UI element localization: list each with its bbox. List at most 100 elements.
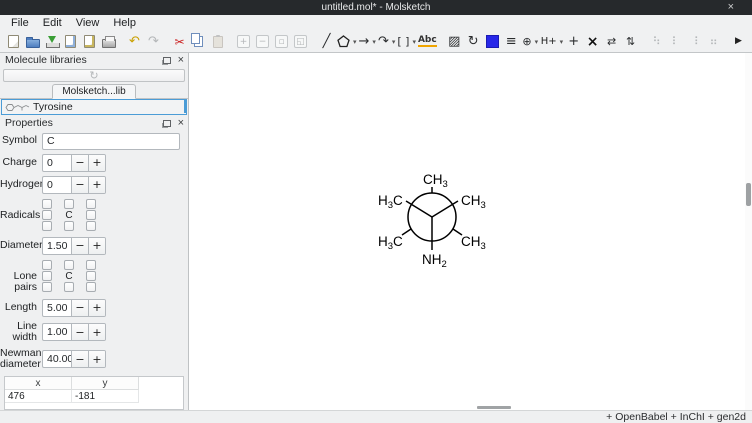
- zoom-in-button[interactable]: +: [234, 32, 253, 52]
- charge-dropdown-icon[interactable]: ▾: [535, 38, 539, 46]
- lone-pair-checkbox[interactable]: [64, 282, 74, 292]
- paste-button[interactable]: [208, 32, 227, 52]
- save-button[interactable]: [42, 32, 61, 52]
- bracket-dropdown-icon[interactable]: ▾: [412, 38, 416, 46]
- align-left-button[interactable]: ⠸: [685, 32, 704, 52]
- window-close-button[interactable]: ×: [728, 1, 734, 14]
- arrow-tool-button[interactable]: →▾: [358, 32, 377, 52]
- library-refresh-button[interactable]: ↻: [3, 69, 185, 82]
- radical-checkbox[interactable]: [86, 210, 96, 220]
- properties-close-icon[interactable]: ×: [178, 119, 184, 128]
- flip-vertical-button[interactable]: ⇅: [621, 32, 640, 52]
- canvas-hscrollbar-thumb[interactable]: [477, 406, 511, 409]
- diameter-increment-button[interactable]: +: [88, 238, 105, 254]
- bond-order-tool-button[interactable]: ≡: [502, 32, 521, 52]
- hydrogens-value[interactable]: 0: [43, 177, 71, 193]
- add-tool-button[interactable]: +: [564, 32, 583, 52]
- charge-increment-button[interactable]: +: [88, 155, 105, 171]
- lone-pair-checkbox[interactable]: [86, 282, 96, 292]
- coordinate-x-cell[interactable]: 476: [5, 390, 72, 403]
- diameter-decrement-button[interactable]: −: [71, 238, 88, 254]
- copy-button[interactable]: [189, 32, 208, 52]
- radical-checkbox[interactable]: [42, 199, 52, 209]
- hydrogen-dropdown-icon[interactable]: ▾: [560, 38, 564, 46]
- atom-label-top[interactable]: CH3: [423, 172, 448, 190]
- flip-horizontal-button[interactable]: ⇄: [602, 32, 621, 52]
- ring-tool-button[interactable]: ▾: [336, 32, 358, 52]
- bracket-tool-button[interactable]: [ ]▾: [396, 32, 417, 52]
- diameter-value[interactable]: 1.50: [43, 238, 71, 254]
- newman-projection-molecule[interactable]: CH3 H3C CH3 H3C CH3 NH2: [189, 53, 744, 410]
- hash-bond-tool-button[interactable]: ▨: [445, 32, 464, 52]
- redo-button[interactable]: ↷: [144, 32, 163, 52]
- line-width-value[interactable]: 1.00: [43, 324, 71, 340]
- zoom-out-button[interactable]: −: [253, 32, 272, 52]
- radical-checkbox[interactable]: [42, 210, 52, 220]
- list-item-tyrosine[interactable]: Tyrosine: [2, 100, 186, 114]
- atom-label-upper-right[interactable]: CH3: [461, 193, 486, 211]
- newman-diameter-decrement-button[interactable]: −: [71, 351, 88, 367]
- lone-pair-checkbox[interactable]: [86, 260, 96, 270]
- radical-checkbox[interactable]: [86, 221, 96, 231]
- radical-checkbox[interactable]: [64, 221, 74, 231]
- line-width-increment-button[interactable]: +: [88, 324, 105, 340]
- radical-checkbox[interactable]: [86, 199, 96, 209]
- atom-label-bottom[interactable]: NH2: [422, 252, 447, 270]
- align-distribute-button[interactable]: ⠶: [704, 32, 723, 52]
- text-tool-button[interactable]: Abc: [417, 32, 438, 52]
- cut-button[interactable]: ✂: [170, 32, 189, 52]
- zoom-fit-button[interactable]: ◱: [291, 32, 310, 52]
- print-button[interactable]: [99, 32, 118, 52]
- radical-checkbox[interactable]: [42, 221, 52, 231]
- length-decrement-button[interactable]: −: [71, 300, 88, 316]
- coordinate-y-cell[interactable]: -181: [72, 390, 139, 403]
- zoom-original-button[interactable]: ▫: [272, 32, 291, 52]
- draw-tool-button[interactable]: ╱: [317, 32, 336, 52]
- arrow-dropdown-icon[interactable]: ▾: [372, 38, 376, 46]
- mechanism-dropdown-icon[interactable]: ▾: [392, 38, 396, 46]
- lone-pair-checkbox[interactable]: [42, 282, 52, 292]
- atom-label-lower-right[interactable]: CH3: [461, 234, 486, 252]
- canvas-vscrollbar-thumb[interactable]: [746, 183, 751, 206]
- library-list-scrollbar[interactable]: [184, 100, 186, 113]
- menu-file[interactable]: File: [4, 17, 36, 29]
- menu-view[interactable]: View: [69, 17, 107, 29]
- ring-dropdown-icon[interactable]: ▾: [353, 38, 357, 46]
- rotate-tool-button[interactable]: ↻: [464, 32, 483, 52]
- tab-molsketch-lib[interactable]: Molsketch...lib: [52, 84, 135, 99]
- export-button[interactable]: [80, 32, 99, 52]
- atom-label-lower-left[interactable]: H3C: [378, 234, 403, 252]
- hydrogens-decrement-button[interactable]: −: [71, 177, 88, 193]
- library-list[interactable]: Tyrosine: [1, 99, 187, 115]
- save-as-button[interactable]: [61, 32, 80, 52]
- new-file-button[interactable]: [4, 32, 23, 52]
- color-picker-button[interactable]: [483, 32, 502, 52]
- toolbar-overflow-button[interactable]: ▶: [729, 32, 748, 52]
- undo-button[interactable]: ↶: [125, 32, 144, 52]
- line-width-decrement-button[interactable]: −: [71, 324, 88, 340]
- align-vcenter-button[interactable]: ⠇: [666, 32, 685, 52]
- properties-float-icon[interactable]: [163, 120, 171, 127]
- drawing-canvas[interactable]: CH3 H3C CH3 H3C CH3 NH2: [189, 53, 745, 410]
- menu-help[interactable]: Help: [106, 17, 143, 29]
- lone-pair-checkbox[interactable]: [86, 271, 96, 281]
- library-close-icon[interactable]: ×: [178, 56, 184, 65]
- canvas-hscrollbar[interactable]: [189, 406, 745, 410]
- canvas-vscrollbar[interactable]: [745, 53, 752, 410]
- mechanism-arrow-tool-button[interactable]: ↷▾: [377, 32, 396, 52]
- length-value[interactable]: 5.00: [43, 300, 71, 316]
- library-float-icon[interactable]: [163, 57, 171, 64]
- delete-tool-button[interactable]: ×: [583, 32, 602, 52]
- open-file-button[interactable]: [23, 32, 42, 52]
- lone-pair-checkbox[interactable]: [42, 260, 52, 270]
- newman-diameter-value[interactable]: 40.00: [43, 351, 71, 367]
- bond-back-lower-left[interactable]: [402, 229, 411, 235]
- charge-tool-button[interactable]: ⊕▾: [521, 32, 540, 52]
- hydrogen-tool-button[interactable]: H+▾: [540, 32, 564, 52]
- newman-diameter-increment-button[interactable]: +: [88, 351, 105, 367]
- charge-value[interactable]: 0: [43, 155, 71, 171]
- radical-checkbox[interactable]: [64, 199, 74, 209]
- atom-label-upper-left[interactable]: H3C: [378, 193, 403, 211]
- align-bottom-button[interactable]: ⠳: [647, 32, 666, 52]
- hydrogens-increment-button[interactable]: +: [88, 177, 105, 193]
